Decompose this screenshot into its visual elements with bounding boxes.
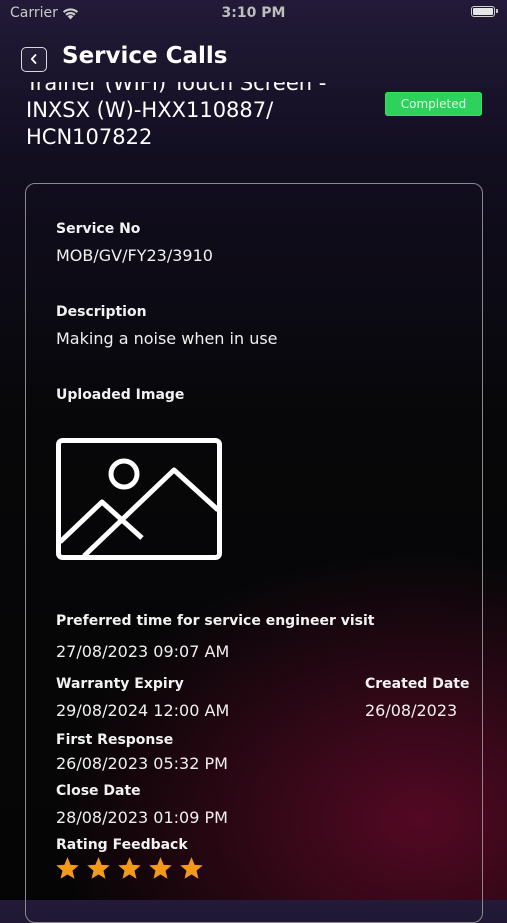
first-response-label: First Response xyxy=(56,732,174,748)
nav-bar: Service Calls xyxy=(0,28,507,82)
uploaded-image-label: Uploaded Image xyxy=(56,387,185,403)
star-icon xyxy=(180,857,203,880)
rating-feedback-label: Rating Feedback xyxy=(56,837,188,853)
star-icon xyxy=(149,857,172,880)
image-placeholder-icon xyxy=(56,438,222,564)
product-title-line: INXSX (W)-HXX110887/ xyxy=(26,98,274,122)
service-no-value: MOB/GV/FY23/3910 xyxy=(56,246,213,265)
back-button[interactable] xyxy=(21,47,47,72)
battery-icon xyxy=(471,6,498,17)
product-title-line: HCN107822 xyxy=(26,125,153,149)
scroll-region-top: Trainer (WIFI) Touch Screen - INXSX (W)-… xyxy=(0,82,507,157)
product-title-line: Trainer (WIFI) Touch Screen - xyxy=(26,82,327,95)
description-value: Making a noise when in use xyxy=(56,329,278,348)
first-response-value: 26/08/2023 05:32 PM xyxy=(56,754,228,773)
created-date-value: 26/08/2023 xyxy=(365,701,458,720)
rating-stars xyxy=(56,857,203,880)
close-date-label: Close Date xyxy=(56,783,141,799)
uploaded-image-thumbnail[interactable] xyxy=(56,438,222,560)
warranty-expiry-value: 29/08/2024 12:00 AM xyxy=(56,701,230,720)
clock-time: 3:10 PM xyxy=(221,5,286,21)
chevron-left-icon xyxy=(29,50,39,69)
status-badge: Completed xyxy=(385,92,482,116)
description-label: Description xyxy=(56,304,147,320)
product-title: Trainer (WIFI) Touch Screen - INXSX (W)-… xyxy=(26,82,366,151)
star-icon xyxy=(118,857,141,880)
star-icon xyxy=(87,857,110,880)
page-title: Service Calls xyxy=(62,43,228,69)
preferred-time-label: Preferred time for service engineer visi… xyxy=(56,613,375,629)
preferred-time-value: 27/08/2023 09:07 AM xyxy=(56,642,230,661)
created-date-label: Created Date xyxy=(365,676,470,692)
close-date-value: 28/08/2023 01:09 PM xyxy=(56,808,228,827)
warranty-expiry-label: Warranty Expiry xyxy=(56,676,184,692)
star-icon xyxy=(56,857,79,880)
service-no-label: Service No xyxy=(56,221,141,237)
status-bar: Carrier 3:10 PM xyxy=(0,0,507,28)
